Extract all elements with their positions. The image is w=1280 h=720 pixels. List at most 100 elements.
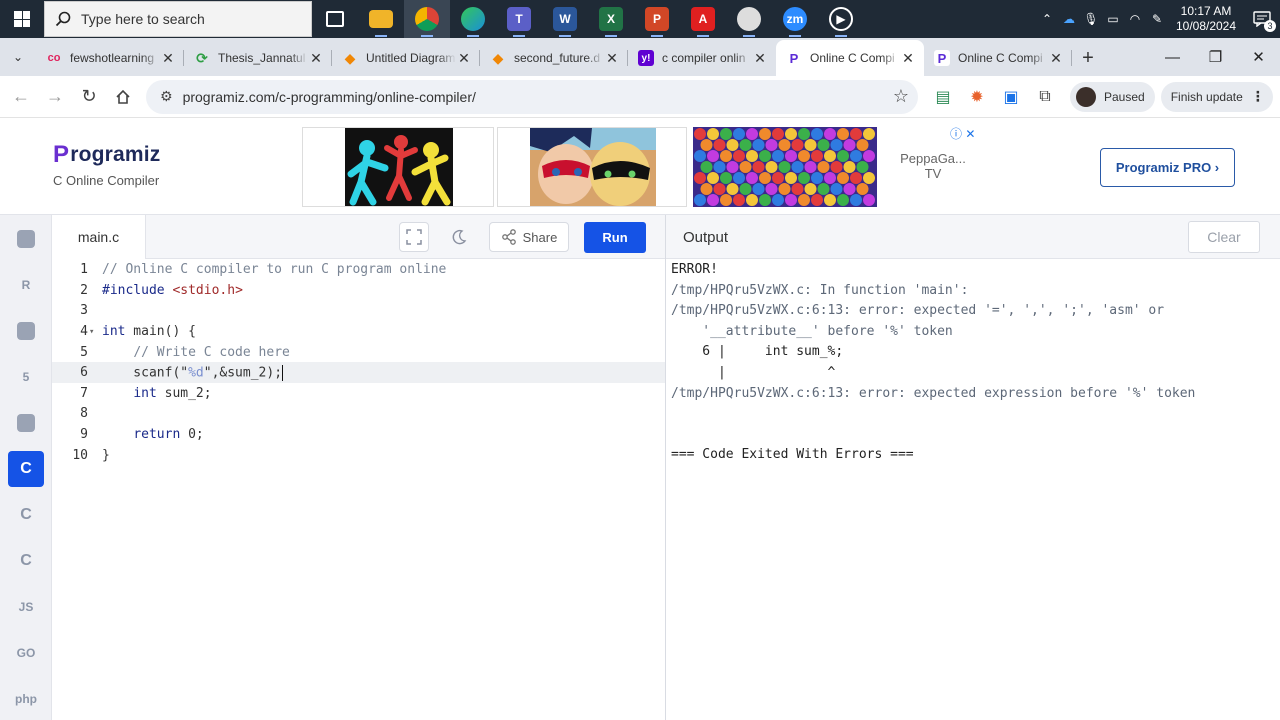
fold-toggle-icon[interactable]: ▾	[88, 327, 102, 337]
close-tab-icon[interactable]: ✕	[160, 50, 176, 67]
output-console[interactable]: ERROR! /tmp/HPQru5VzWX.c: In function 'ma…	[666, 259, 1280, 720]
code-line[interactable]: 1 // Online C compiler to run C program o…	[52, 260, 665, 281]
extension-button-3[interactable]: ▣	[994, 80, 1028, 114]
language-cpp-icon[interactable]: C	[8, 497, 44, 533]
acrobat-icon: A	[691, 7, 715, 31]
notification-center-button[interactable]: 3	[1244, 0, 1280, 38]
share-button[interactable]: Share	[489, 222, 569, 252]
bookmark-star-icon[interactable]: ☆	[884, 86, 918, 107]
close-tab-icon[interactable]: ✕	[900, 50, 916, 67]
new-tab-button[interactable]: +	[1072, 40, 1104, 76]
profile-button[interactable]: Paused	[1070, 81, 1155, 112]
browser-tab[interactable]: ⟳ Thesis_Jannatul ✕	[184, 42, 332, 74]
programiz-pro-button[interactable]: Programiz PRO ›	[1100, 148, 1235, 187]
close-tab-icon[interactable]: ✕	[604, 50, 620, 67]
start-button[interactable]	[0, 0, 44, 38]
code-line[interactable]: 5 // Write C code here	[52, 342, 665, 363]
output-line: /tmp/HPQru5VzWX.c:6:13: error: expected …	[671, 303, 1165, 319]
code-line[interactable]: 2 #include <stdio.h>	[52, 280, 665, 301]
code-line[interactable]: 9 return 0;	[52, 424, 665, 445]
url-text[interactable]: programiz.com/c-programming/online-compi…	[183, 89, 884, 105]
restore-button[interactable]: ❐	[1194, 48, 1237, 66]
profile-status: Paused	[1104, 89, 1145, 104]
battery-icon[interactable]: ▭	[1102, 0, 1124, 38]
code-editor[interactable]: 1 // Online C compiler to run C program o…	[52, 259, 665, 720]
file-tab-main[interactable]: main.c	[52, 215, 146, 259]
close-tab-icon[interactable]: ✕	[308, 50, 324, 67]
browser-tab[interactable]: y! c compiler onlin ✕	[628, 42, 776, 74]
close-tab-icon[interactable]: ✕	[456, 50, 472, 67]
language-java-icon[interactable]	[8, 405, 44, 441]
code-line[interactable]: 4 ▾ int main() {	[52, 321, 665, 342]
microphone-icon[interactable]: 🎙	[1080, 0, 1102, 38]
browser-tab[interactable]: P Online C Compi ✕	[776, 40, 924, 76]
taskbar-app-excel[interactable]: X	[588, 0, 634, 38]
ad-image-stickman[interactable]	[302, 127, 494, 207]
tab-search-button[interactable]: ⌄	[0, 38, 36, 76]
taskbar-clock[interactable]: 10:17 AM 10/08/2024	[1168, 4, 1244, 34]
extensions-menu-button[interactable]: ⧉	[1028, 80, 1062, 114]
language-js-icon[interactable]: JS	[8, 589, 44, 625]
taskbar-app-word[interactable]: W	[542, 0, 588, 38]
language-c-icon[interactable]: C	[8, 451, 44, 487]
language-r-icon[interactable]: R	[8, 267, 44, 303]
clear-button[interactable]: Clear	[1188, 221, 1260, 253]
reload-button[interactable]: ↻	[72, 80, 106, 114]
finish-update-button[interactable]: Finish update ⋮	[1160, 81, 1273, 112]
taskbar-app-paint[interactable]	[726, 0, 772, 38]
home-button[interactable]	[106, 80, 140, 114]
extension-button-2[interactable]: ✹	[960, 80, 994, 114]
ad-info-close-icon[interactable]: ⓘ ✕	[950, 125, 975, 142]
minimize-button[interactable]: —	[1151, 49, 1194, 66]
extension-button-1[interactable]: ▤	[926, 80, 960, 114]
run-button[interactable]: Run	[584, 222, 646, 253]
tab-title: Untitled Diagram	[366, 51, 456, 65]
code-line[interactable]: 8	[52, 404, 665, 425]
taskbar-app-media-player[interactable]: ▶	[818, 0, 864, 38]
site-info-icon[interactable]: ⚙	[160, 88, 173, 105]
language-sql-icon[interactable]	[8, 313, 44, 349]
back-button[interactable]: ←	[4, 80, 38, 114]
taskbar-app-task-view[interactable]	[312, 0, 358, 38]
onedrive-icon[interactable]: ☁	[1058, 0, 1080, 38]
fullscreen-button[interactable]	[399, 222, 429, 252]
browser-tab[interactable]: P Online C Compi ✕	[924, 42, 1072, 74]
windows-logo-icon	[14, 11, 30, 27]
taskbar-app-acrobat[interactable]: A	[680, 0, 726, 38]
code-line[interactable]: 7 int sum_2;	[52, 383, 665, 404]
pen-icon[interactable]: ✎	[1146, 0, 1168, 38]
taskbar-app-file-explorer[interactable]	[358, 0, 404, 38]
language-go-icon[interactable]: GO	[8, 635, 44, 671]
taskbar-app-powerpoint[interactable]: P	[634, 0, 680, 38]
address-bar[interactable]: ⚙ programiz.com/c-programming/online-com…	[146, 79, 918, 114]
browser-tab[interactable]: ◆ Untitled Diagram ✕	[332, 42, 480, 74]
code-line[interactable]: 6 scanf("%d",&sum_2);	[52, 362, 665, 384]
programiz-brand[interactable]: P rogramiz C Online Compiler	[53, 141, 161, 188]
close-window-button[interactable]: ✕	[1237, 48, 1280, 66]
code-line[interactable]: 10}	[52, 445, 665, 466]
taskbar-app-teams[interactable]: T	[496, 0, 542, 38]
language-html-icon[interactable]: 5	[8, 359, 44, 395]
tab-title: Online C Compi	[958, 51, 1043, 65]
wifi-icon[interactable]: ◠	[1124, 0, 1146, 38]
browser-tab[interactable]: ◆ second_future.d ✕	[480, 42, 628, 74]
close-tab-icon[interactable]: ✕	[1048, 50, 1064, 67]
language-csharp-icon[interactable]: C	[8, 543, 44, 579]
taskbar-app-edge[interactable]	[450, 0, 496, 38]
chevron-up-icon[interactable]: ⌃	[1036, 0, 1058, 38]
browser-tab[interactable]: co fewshotlearning ✕	[36, 42, 184, 74]
language-python-icon[interactable]	[8, 221, 44, 257]
ad-image-bubbles[interactable]	[693, 127, 883, 207]
language-php-icon[interactable]: php	[8, 681, 44, 717]
close-tab-icon[interactable]: ✕	[752, 50, 768, 67]
ad-bubbles-image	[693, 127, 877, 207]
output-title: Output	[683, 229, 729, 246]
taskbar-app-chrome[interactable]	[404, 0, 450, 38]
ad-image-cartoon[interactable]	[497, 127, 687, 207]
dark-mode-button[interactable]	[444, 222, 474, 252]
code-line[interactable]: 3	[52, 301, 665, 322]
taskbar-search-box[interactable]: Type here to search	[44, 1, 312, 37]
forward-button[interactable]: →	[38, 80, 72, 114]
taskbar-app-zoom[interactable]: zm	[772, 0, 818, 38]
ad-label[interactable]: PeppaGa... TV	[897, 151, 969, 181]
